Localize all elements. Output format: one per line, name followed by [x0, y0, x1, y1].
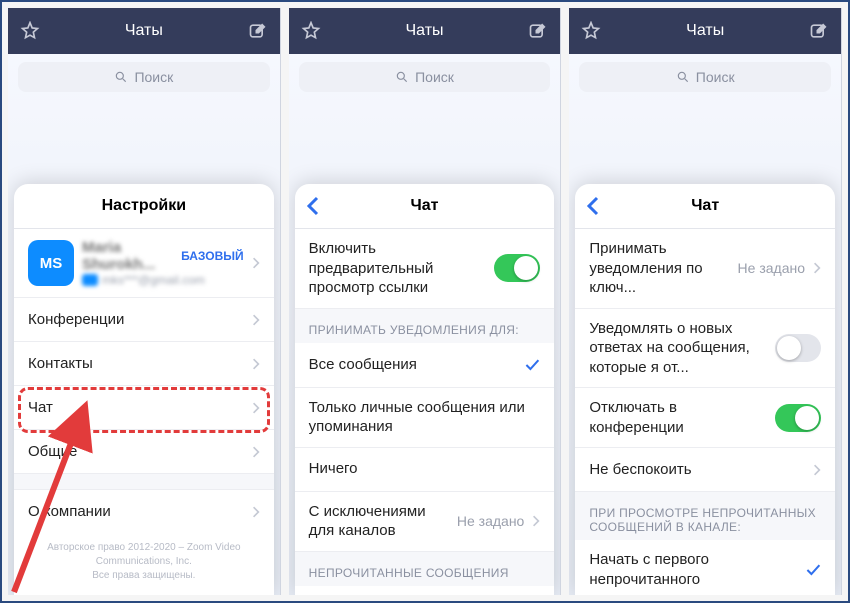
- section-unread: НЕПРОЧИТАННЫЕ СООБЩЕНИЯ: [295, 551, 555, 586]
- chevron-right-icon: [813, 261, 821, 275]
- chevron-right-icon: [252, 401, 260, 415]
- chevron-right-icon: [813, 463, 821, 477]
- nav-contacts[interactable]: Контакты: [14, 341, 274, 385]
- toggle-mute-meeting[interactable]: Отключать в конференции: [575, 387, 835, 447]
- section-notify: ПРИНИМАТЬ УВЕДОМЛЕНИЯ ДЛЯ:: [295, 308, 555, 343]
- chevron-right-icon: [252, 505, 260, 519]
- plan-badge: БАЗОВЫЙ: [181, 249, 244, 263]
- chat-settings-sheet-b: Чат Принимать уведомления по ключ... Не …: [575, 184, 835, 595]
- screen-settings: Чаты Поиск Настройки MS Maria Shurokh...…: [8, 8, 281, 595]
- search-icon: [114, 70, 128, 84]
- profile-name: Maria Shurokh...: [82, 239, 175, 273]
- search-input[interactable]: Поиск: [579, 62, 831, 92]
- profile-email: mks***@gmail.com: [102, 273, 205, 287]
- toggle-switch-icon[interactable]: [775, 334, 821, 362]
- favorite-icon[interactable]: [581, 21, 601, 41]
- nav-conferences[interactable]: Конференции: [14, 297, 274, 341]
- toggle-switch-icon[interactable]: [494, 254, 540, 282]
- toggle-keep-unread-top[interactable]: Оставить все непрочитанные сообщения све…: [295, 586, 555, 596]
- search-icon: [676, 70, 690, 84]
- topbar-title: Чаты: [125, 22, 163, 40]
- copyright-footer: Авторское право 2012-2020 – Zoom Video C…: [14, 533, 274, 595]
- toggle-link-preview[interactable]: Включить предварительный просмотр ссылки: [295, 229, 555, 308]
- back-button[interactable]: [305, 196, 321, 216]
- option-dm-only[interactable]: Только личные сообщения или упоминания: [295, 387, 555, 447]
- option-none[interactable]: Ничего: [295, 447, 555, 491]
- toggle-reply-notify[interactable]: Уведомлять о новых ответах на сообщения,…: [575, 308, 835, 388]
- search-input[interactable]: Поиск: [299, 62, 551, 92]
- chevron-right-icon: [252, 445, 260, 459]
- topbar: Чаты: [8, 8, 280, 54]
- toggle-switch-icon[interactable]: [775, 404, 821, 432]
- favorite-icon[interactable]: [20, 21, 40, 41]
- nav-about[interactable]: О компании: [14, 489, 274, 533]
- sheet-title: Чат: [411, 197, 439, 215]
- search-input[interactable]: Поиск: [18, 62, 270, 92]
- option-channel-exceptions[interactable]: С исключениями для каналов Не задано: [295, 491, 555, 551]
- option-first-unread[interactable]: Начать с первого непрочитанного: [575, 540, 835, 595]
- zoom-mini-icon: [82, 274, 98, 286]
- profile-row[interactable]: MS Maria Shurokh... БАЗОВЫЙ mks***@gmail…: [14, 229, 274, 297]
- search-placeholder: Поиск: [134, 69, 173, 85]
- sheet-title: Настройки: [14, 184, 274, 228]
- chevron-right-icon: [252, 357, 260, 371]
- chevron-right-icon: [252, 313, 260, 327]
- chevron-right-icon: [252, 256, 260, 270]
- compose-icon[interactable]: [528, 21, 548, 41]
- sheet-title: Чат: [691, 197, 719, 215]
- check-icon: [524, 357, 540, 373]
- search-wrap: Поиск: [8, 54, 280, 100]
- chat-settings-sheet: Чат Включить предварительный просмотр сс…: [295, 184, 555, 595]
- screen-chat-settings-a: Чаты Поиск Чат Включить предварительный …: [289, 8, 562, 595]
- row-dnd[interactable]: Не беспокоить: [575, 447, 835, 491]
- row-keyword-notify[interactable]: Принимать уведомления по ключ... Не зада…: [575, 229, 835, 308]
- screen-chat-settings-b: Чаты Поиск Чат Принимать уведомления по …: [569, 8, 842, 595]
- compose-icon[interactable]: [248, 21, 268, 41]
- chevron-right-icon: [532, 514, 540, 528]
- topbar-title: Чаты: [405, 22, 443, 40]
- back-button[interactable]: [585, 196, 601, 216]
- avatar: MS: [28, 240, 74, 286]
- option-all-messages[interactable]: Все сообщения: [295, 343, 555, 387]
- nav-general[interactable]: Общие: [14, 429, 274, 473]
- topbar: Чаты: [569, 8, 841, 54]
- settings-sheet: Настройки MS Maria Shurokh... БАЗОВЫЙ mk…: [14, 184, 274, 595]
- search-icon: [395, 70, 409, 84]
- favorite-icon[interactable]: [301, 21, 321, 41]
- topbar: Чаты: [289, 8, 561, 54]
- nav-chat[interactable]: Чат: [14, 385, 274, 429]
- section-channel-view: ПРИ ПРОСМОТРЕ НЕПРОЧИТАННЫХ СООБЩЕНИЙ В …: [575, 491, 835, 540]
- compose-icon[interactable]: [809, 21, 829, 41]
- check-icon: [805, 562, 821, 578]
- topbar-title: Чаты: [686, 22, 724, 40]
